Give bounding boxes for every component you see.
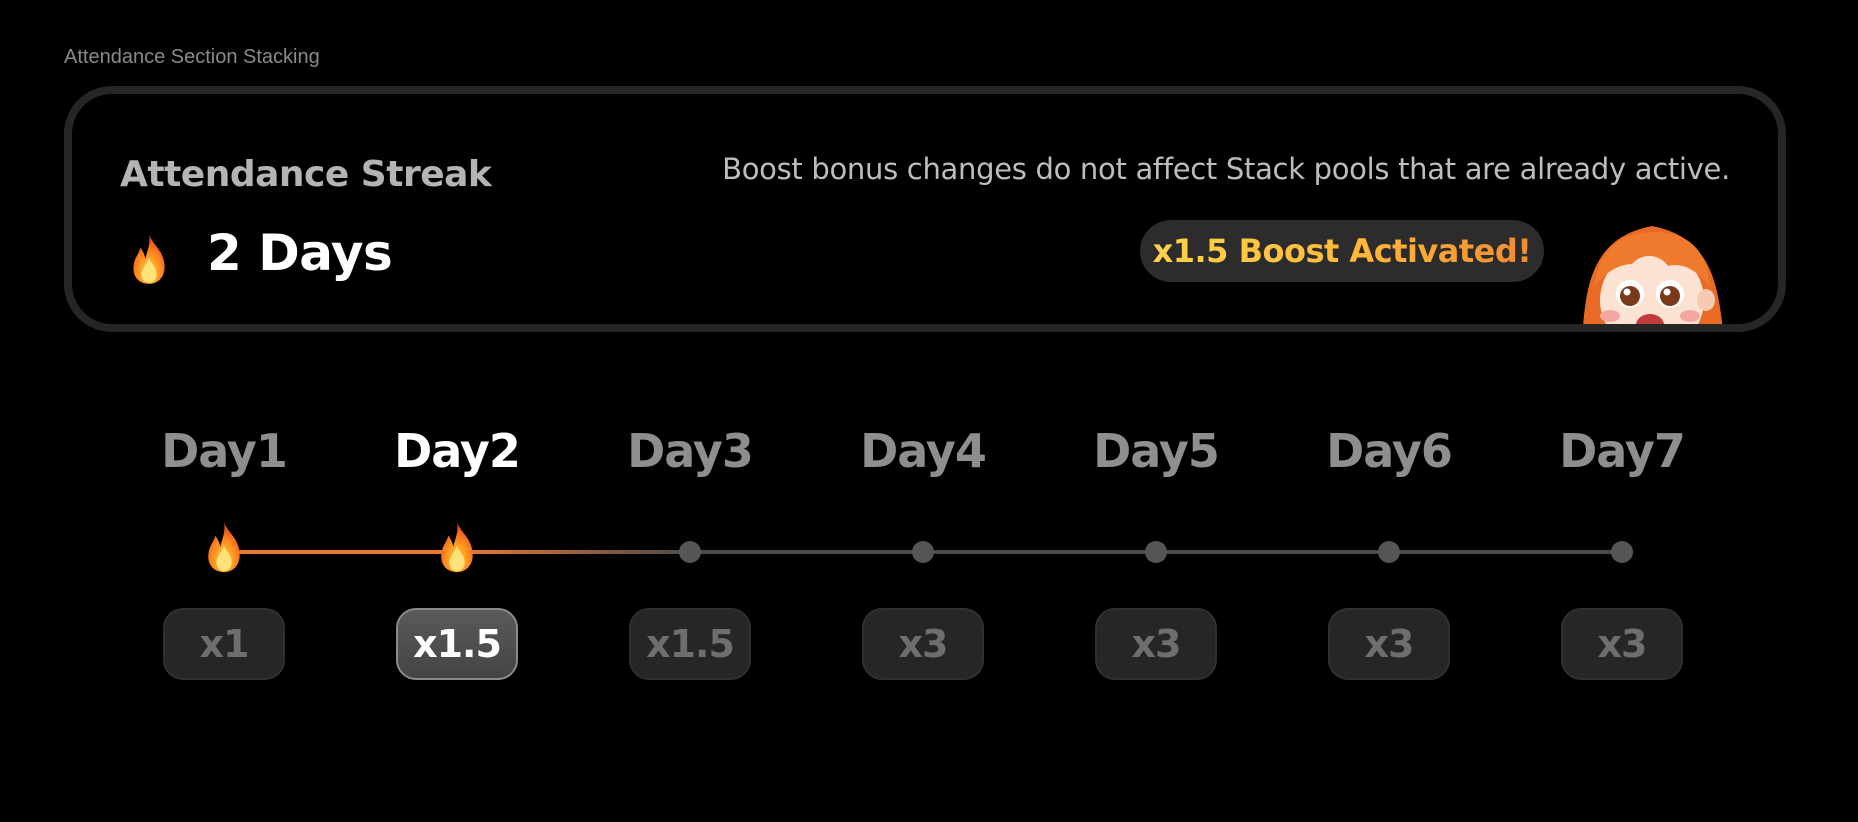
day-node [1611,541,1633,563]
multiplier-chip: x3 [1328,608,1450,680]
streak-days: 2 Days [207,224,393,282]
surprised-girl-mascot-icon [1583,226,1723,324]
frame-label: Attendance Section Stacking [64,46,320,68]
multiplier-chip: x1.5 [629,608,751,680]
day-node [679,541,701,563]
day-labels-row: Day1 Day2 Day3 Day4 Day5 Day6 Day7 [0,424,1858,484]
day-label: Day3 [627,424,754,478]
progress-fill-fade [456,550,690,554]
fire-icon [133,234,165,284]
multiplier-chip: x3 [1561,608,1683,680]
progress-fill [222,550,456,554]
boost-notice: Boost bonus changes do not affect Stack … [722,152,1730,186]
attendance-streak-card: Attendance Streak 2 Days Boost bonus cha… [64,86,1786,332]
fire-icon [208,521,240,573]
multiplier-chip-current: x1.5 [396,608,518,680]
day-node [912,541,934,563]
day-label: Day4 [860,424,987,478]
boost-activated-badge: x1.5 Boost Activated! [1140,220,1544,282]
day-node [1378,541,1400,563]
boost-activated-label: x1.5 Boost Activated! [1152,232,1532,270]
multiplier-chip: x3 [1095,608,1217,680]
day-node [1145,541,1167,563]
multiplier-chip: x1 [163,608,285,680]
day-label: Day1 [161,424,288,478]
day-label-current: Day2 [394,424,521,478]
multiplier-chip: x3 [862,608,984,680]
day-label: Day6 [1326,424,1453,478]
day-label: Day7 [1559,424,1686,478]
streak-title: Attendance Streak [120,154,492,195]
day-label: Day5 [1093,424,1220,478]
fire-icon [441,521,473,573]
